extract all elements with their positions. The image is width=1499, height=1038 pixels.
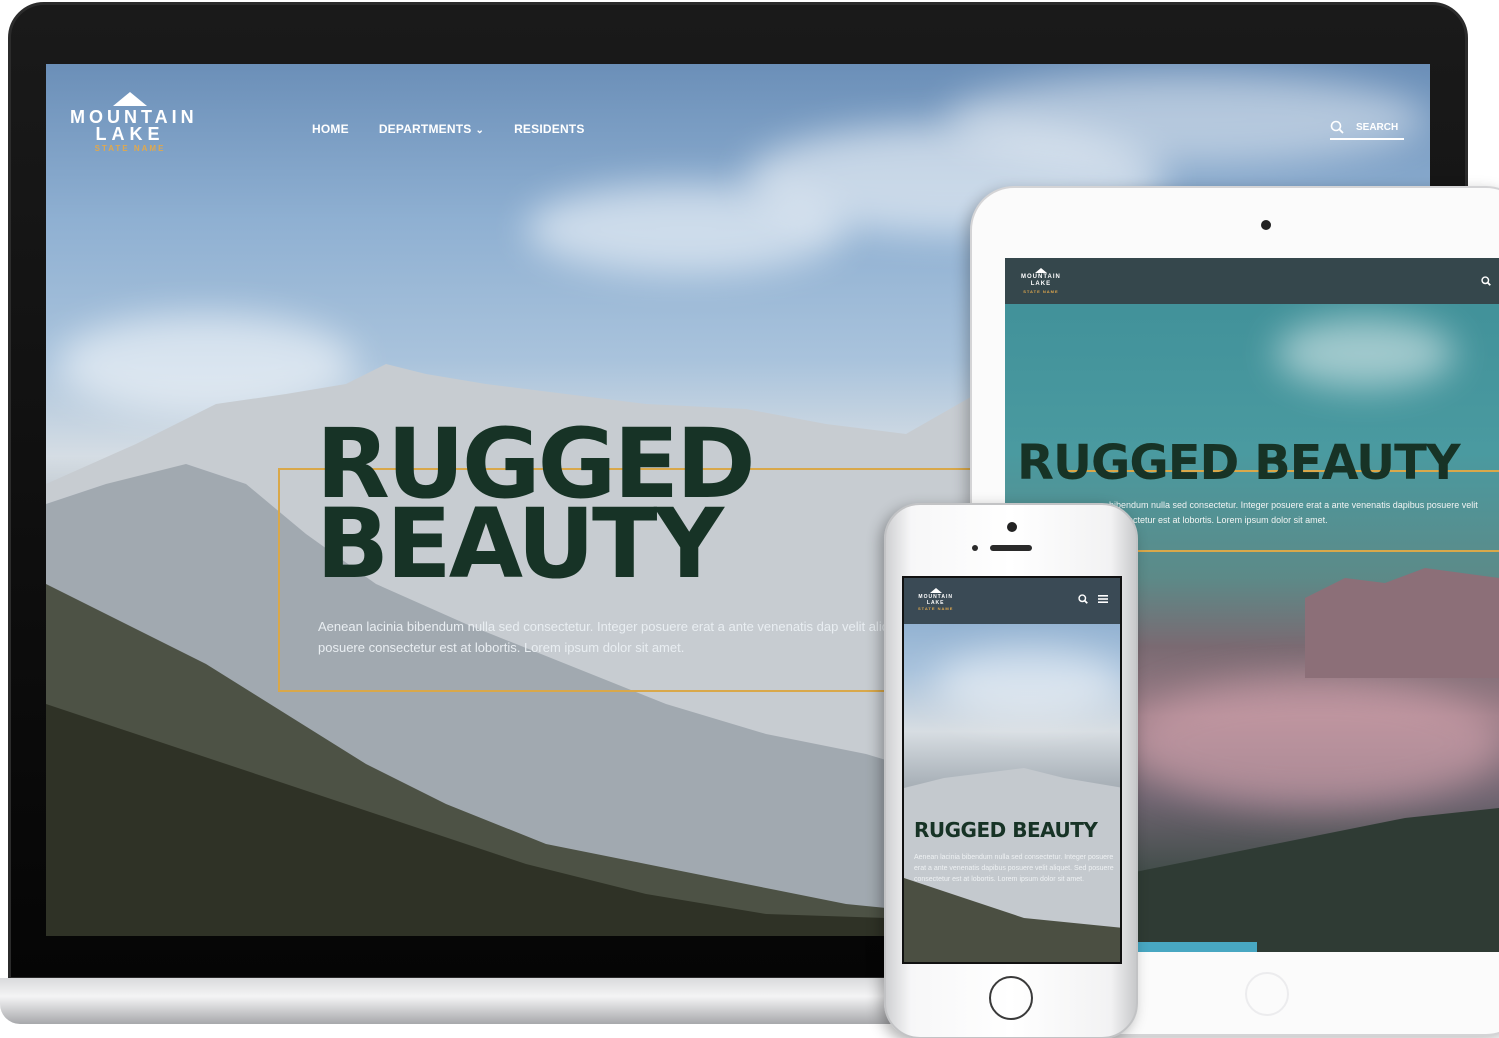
tablet-camera: [1261, 220, 1271, 230]
hamburger-menu-icon[interactable]: [1098, 594, 1108, 604]
search-label: SEARCH: [1356, 121, 1399, 133]
phone-header: MOUNTAIN LAKE STATE NAME: [904, 578, 1120, 624]
phone-home-button: [989, 976, 1033, 1020]
logo-subtitle: STATE NAME: [918, 606, 954, 611]
cloud: [1275, 318, 1455, 388]
mountain-peak-icon: [1034, 268, 1047, 273]
phone-camera: [1007, 522, 1017, 532]
tablet-home-button: [1245, 972, 1289, 1016]
site-logo[interactable]: MOUNTAIN LAKE STATE NAME: [70, 92, 194, 153]
logo-text-lake: LAKE: [1030, 281, 1052, 287]
search-icon[interactable]: [1078, 594, 1088, 604]
phone-logo[interactable]: MOUNTAIN LAKE STATE NAME: [918, 588, 953, 612]
hero-title-line2: BEAUTY: [316, 488, 724, 600]
search-button[interactable]: SEARCH: [1330, 120, 1404, 140]
hero-title: RUGGED BEAUTY: [316, 416, 756, 600]
logo-text-mountain: MOUNTAIN: [1021, 274, 1061, 280]
nav-home[interactable]: HOME: [312, 122, 349, 136]
search-icon[interactable]: [1481, 276, 1491, 286]
mountain-peak-icon: [113, 92, 147, 106]
nav-residents[interactable]: RESIDENTS: [514, 122, 584, 136]
hero-title: RUGGED BEAUTY: [914, 818, 1098, 842]
phone-sensor: [972, 545, 978, 551]
cloud: [934, 648, 1120, 718]
phone-screen: MOUNTAIN LAKE STATE NAME RUGGED BEAUTY A…: [902, 576, 1122, 964]
scroll-indicator: [1137, 942, 1257, 952]
search-icon: [1330, 120, 1344, 134]
hero-description: Aenean lacinia bibendum nulla sed consec…: [914, 854, 1114, 883]
logo-text-lake: LAKE: [95, 124, 165, 144]
tablet-header: MOUNTAIN LAKE STATE NAME: [1005, 258, 1499, 304]
logo-subtitle: STATE NAME: [94, 144, 166, 153]
chevron-down-icon: ⌄: [475, 125, 485, 136]
phone-header-icons: [1078, 594, 1108, 604]
nav-departments[interactable]: DEPARTMENTS ⌄: [379, 122, 484, 136]
nav-departments-label: DEPARTMENTS: [378, 122, 472, 136]
mountain-peak-icon: [929, 588, 942, 593]
tablet-logo[interactable]: MOUNTAIN LAKE STATE NAME: [1021, 268, 1061, 295]
hero-description: Aenean lacinia bibendum nulla sed consec…: [318, 619, 938, 655]
hero-title: RUGGED BEAUTY: [1017, 435, 1461, 491]
main-nav: HOME DEPARTMENTS ⌄ RESIDENTS: [312, 122, 585, 136]
phone-speaker: [990, 545, 1032, 551]
logo-subtitle: STATE NAME: [1023, 289, 1059, 294]
